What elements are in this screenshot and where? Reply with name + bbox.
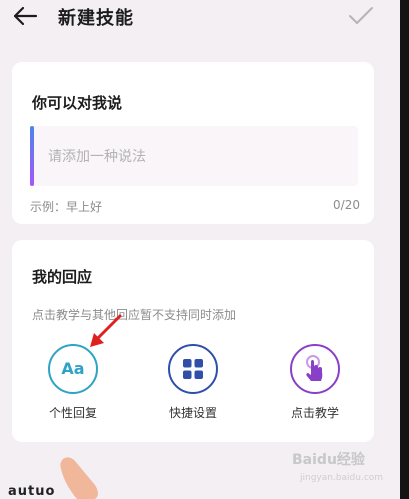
utterance-card-title: 你可以对我说 <box>32 94 123 112</box>
input-accent-bar <box>30 126 34 186</box>
utterance-input-box[interactable] <box>30 126 358 186</box>
option-label: 快捷设置 <box>168 406 217 420</box>
response-card: 我的回应 点击教学与其他回应暂不支持同时添加 Aa 个性回复 快捷设置 点击教学 <box>12 240 374 442</box>
option-label: 点击教学 <box>290 406 339 420</box>
response-card-title: 我的回应 <box>32 268 93 286</box>
device-edge <box>400 0 409 499</box>
option-quick-settings[interactable]: 快捷设置 <box>148 344 238 421</box>
partial-bottom-text: autuo <box>8 484 56 499</box>
aa-icon-text: Aa <box>61 359 85 378</box>
check-icon[interactable] <box>348 6 374 26</box>
response-hint: 点击教学与其他回应暂不支持同时添加 <box>32 308 237 322</box>
finger-icon <box>60 457 98 499</box>
watermark-url: jingyan.baidu.com <box>300 473 384 483</box>
char-counter: 0/20 <box>333 198 360 212</box>
page-title: 新建技能 <box>58 8 134 29</box>
option-custom-reply[interactable]: Aa 个性回复 <box>28 344 118 421</box>
grid-icon[interactable] <box>168 344 218 394</box>
option-label: 个性回复 <box>48 406 97 420</box>
tap-hand-icon[interactable] <box>290 344 340 394</box>
header-bar: 新建技能 <box>0 0 400 34</box>
utterance-input[interactable] <box>46 142 350 172</box>
utterance-card: 你可以对我说 示例：早上好 0/20 <box>12 62 374 224</box>
watermark-logo: Baidu经验 <box>292 452 365 468</box>
aa-text-icon[interactable]: Aa <box>48 344 98 394</box>
option-tap-teach[interactable]: 点击教学 <box>270 344 360 421</box>
example-text: 示例：早上好 <box>30 200 103 214</box>
arrow-left-icon[interactable] <box>12 5 38 27</box>
